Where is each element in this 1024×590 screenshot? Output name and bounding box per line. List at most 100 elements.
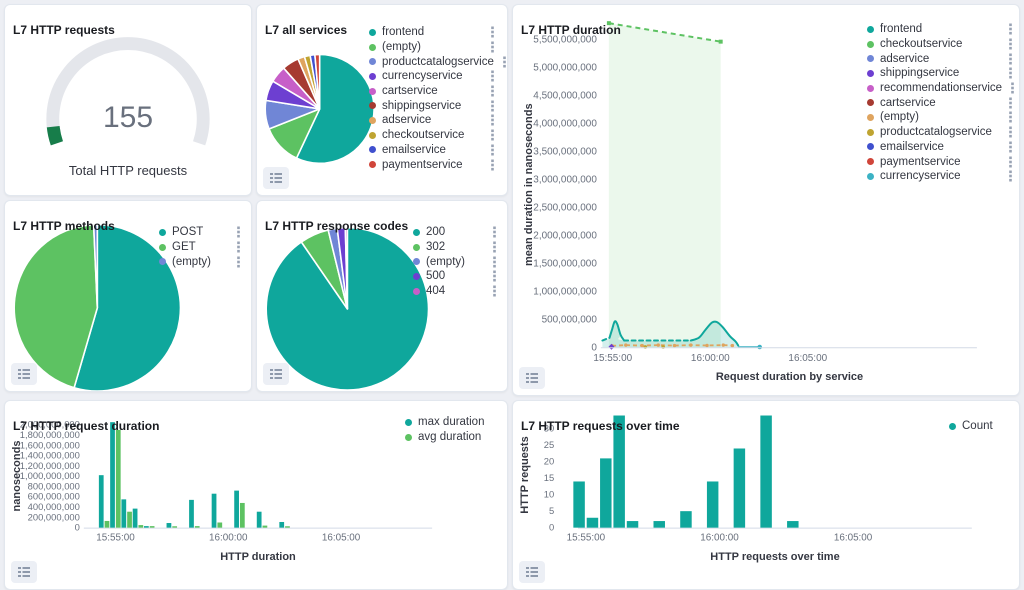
bar-count[interactable] <box>707 481 718 527</box>
legend-item-frontend[interactable]: frontend <box>867 22 1015 37</box>
legend-item-paymentservice[interactable]: paymentservice <box>867 154 1015 169</box>
vertical-dots-icon[interactable] <box>228 256 243 268</box>
legend-item--empty-[interactable]: (empty) <box>413 254 499 269</box>
legend-item-shippingservice[interactable]: shippingservice <box>369 98 497 113</box>
legend-item-emailservice[interactable]: emailservice <box>369 143 497 158</box>
legend-item-302[interactable]: 302 <box>413 240 499 255</box>
legend-toggle-button[interactable] <box>11 363 37 385</box>
vertical-dots-icon[interactable] <box>1002 82 1017 94</box>
bar-count[interactable] <box>653 521 664 528</box>
bar-count[interactable] <box>627 521 638 528</box>
vertical-dots-icon[interactable] <box>482 159 497 171</box>
legend-item-adservice[interactable]: adservice <box>369 113 497 128</box>
legend-toggle-button[interactable] <box>519 561 545 583</box>
vertical-dots-icon[interactable] <box>482 129 497 141</box>
vertical-dots-icon[interactable] <box>1000 23 1015 35</box>
legend-item-paymentservice[interactable]: paymentservice <box>369 157 497 172</box>
legend-item-max-duration[interactable]: max duration <box>405 415 501 430</box>
bar-count[interactable] <box>600 458 611 527</box>
legend-item-productcatalogservice[interactable]: productcatalogservice <box>369 54 497 69</box>
legend-item--empty-[interactable]: (empty) <box>867 110 1015 125</box>
bar-max[interactable] <box>121 499 126 527</box>
legend-toggle-button[interactable] <box>519 367 545 389</box>
vertical-dots-icon[interactable] <box>1000 38 1015 50</box>
vertical-dots-icon[interactable] <box>1000 67 1015 79</box>
bar-max[interactable] <box>279 522 284 528</box>
legend-item-cartservice[interactable]: cartservice <box>369 84 497 99</box>
bar-avg[interactable] <box>217 523 222 528</box>
legend-toggle-button[interactable] <box>263 363 289 385</box>
bar-max[interactable] <box>212 494 217 528</box>
legend-item-emailservice[interactable]: emailservice <box>867 140 1015 155</box>
bar-max[interactable] <box>167 523 172 528</box>
vertical-dots-icon[interactable] <box>1000 141 1015 153</box>
vertical-dots-icon[interactable] <box>228 241 243 253</box>
bar-avg[interactable] <box>127 512 132 528</box>
list-icon <box>17 368 31 380</box>
legend-item-adservice[interactable]: adservice <box>867 51 1015 66</box>
legend-item-productcatalogservice[interactable]: productcatalogservice <box>867 125 1015 140</box>
vertical-dots-icon[interactable] <box>482 144 497 156</box>
legend-item-count[interactable]: Count <box>949 419 1009 434</box>
vertical-dots-icon[interactable] <box>484 241 499 253</box>
legend-item-avg-duration[interactable]: avg duration <box>405 430 501 445</box>
bar-count[interactable] <box>573 481 584 527</box>
legend-item--empty-[interactable]: (empty) <box>159 254 243 269</box>
legend-item-404[interactable]: 404 <box>413 284 499 299</box>
vertical-dots-icon[interactable] <box>484 270 499 282</box>
vertical-dots-icon[interactable] <box>1000 111 1015 123</box>
bar-count[interactable] <box>787 521 798 528</box>
legend-item-currencyservice[interactable]: currencyservice <box>369 69 497 84</box>
legend-item--empty-[interactable]: (empty) <box>369 40 497 55</box>
bar-max[interactable] <box>257 512 262 528</box>
legend-item-200[interactable]: 200 <box>413 225 499 240</box>
vertical-dots-icon[interactable] <box>482 41 497 53</box>
vertical-dots-icon[interactable] <box>1000 156 1015 168</box>
bar-avg[interactable] <box>195 526 200 528</box>
bar-avg[interactable] <box>116 430 121 528</box>
bar-count[interactable] <box>587 518 598 528</box>
vertical-dots-icon[interactable] <box>484 256 499 268</box>
legend-item-post[interactable]: POST <box>159 225 243 240</box>
legend-item-get[interactable]: GET <box>159 240 243 255</box>
bar-avg[interactable] <box>263 526 268 528</box>
vertical-dots-icon[interactable] <box>228 226 243 238</box>
vertical-dots-icon[interactable] <box>482 26 497 38</box>
vertical-dots-icon[interactable] <box>1000 53 1015 65</box>
legend-toggle-button[interactable] <box>263 167 289 189</box>
vertical-dots-icon[interactable] <box>484 285 499 297</box>
legend-item-recommendationservice[interactable]: recommendationservice <box>867 81 1015 96</box>
legend-item-frontend[interactable]: frontend <box>369 25 497 40</box>
bar-count[interactable] <box>734 448 745 527</box>
bar-avg[interactable] <box>172 526 177 527</box>
legend-item-currencyservice[interactable]: currencyservice <box>867 169 1015 184</box>
bar-avg[interactable] <box>285 526 290 527</box>
bar-avg[interactable] <box>150 526 155 528</box>
legend-item-shippingservice[interactable]: shippingservice <box>867 66 1015 81</box>
vertical-dots-icon[interactable] <box>1000 170 1015 182</box>
legend-item-checkoutservice[interactable]: checkoutservice <box>867 37 1015 52</box>
vertical-dots-icon[interactable] <box>484 226 499 238</box>
bar-max[interactable] <box>234 491 239 528</box>
bar-max[interactable] <box>99 475 104 527</box>
bar-max[interactable] <box>189 500 194 528</box>
vertical-dots-icon[interactable] <box>1000 97 1015 109</box>
bar-max[interactable] <box>133 509 138 528</box>
vertical-dots-icon[interactable] <box>482 100 497 112</box>
vertical-dots-icon[interactable] <box>494 56 508 68</box>
legend-item-cartservice[interactable]: cartservice <box>867 95 1015 110</box>
legend-toggle-button[interactable] <box>11 561 37 583</box>
vertical-dots-icon[interactable] <box>482 85 497 97</box>
bar-avg[interactable] <box>138 525 143 528</box>
bar-avg[interactable] <box>240 503 245 528</box>
bar-count[interactable] <box>680 511 691 527</box>
legend-item-checkoutservice[interactable]: checkoutservice <box>369 128 497 143</box>
bar-count[interactable] <box>760 416 771 528</box>
vertical-dots-icon[interactable] <box>1000 126 1015 138</box>
vertical-dots-icon[interactable] <box>482 70 497 82</box>
vertical-dots-icon[interactable] <box>482 114 497 126</box>
bar-max[interactable] <box>110 422 115 527</box>
legend-item-500[interactable]: 500 <box>413 269 499 284</box>
bar-avg[interactable] <box>105 521 110 528</box>
bar-max[interactable] <box>144 526 149 528</box>
